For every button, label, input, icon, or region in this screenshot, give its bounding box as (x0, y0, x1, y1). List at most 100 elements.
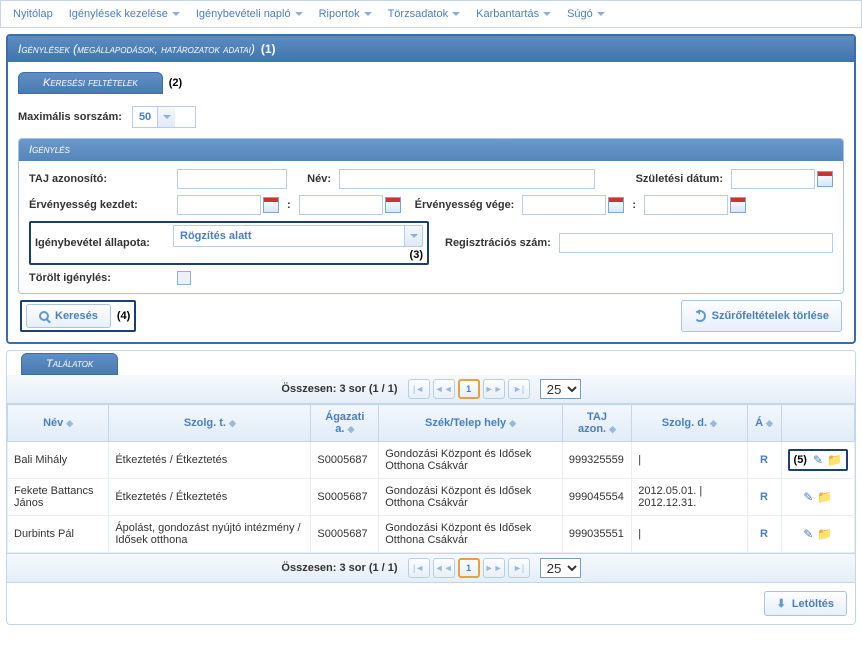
sort-icon: ◆ (710, 418, 717, 428)
pager-page-1[interactable]: 1 (458, 379, 480, 399)
table-row: Bali MihályÉtkeztetés / ÉtkeztetésS00056… (8, 442, 855, 479)
reg-szam-label: Regisztrációs szám: (445, 237, 551, 249)
menu-torzsadatok[interactable]: Törzsadatok (382, 5, 467, 23)
menu-label: Súgó (567, 8, 593, 20)
page-title: Igénylések (megállapodások, határozatok … (18, 42, 255, 56)
tab-talalatok[interactable]: Találatok (21, 353, 118, 375)
erv-kezdet-to-input[interactable] (299, 195, 383, 215)
pager-next[interactable]: ►► (483, 379, 505, 399)
chevron-down-icon[interactable] (157, 107, 175, 127)
col-agazati[interactable]: Ágazati a.◆ (311, 405, 379, 442)
col-taj[interactable]: TAJ azon.◆ (562, 405, 631, 442)
cell-actions: ✎📁 (781, 516, 854, 553)
taj-input[interactable] (177, 169, 287, 189)
annotation-5: (5) (794, 454, 807, 466)
menu-label: Igénylések kezelése (69, 8, 168, 20)
calendar-icon[interactable] (730, 197, 746, 213)
erv-kezdet-from-input[interactable] (177, 195, 261, 215)
calendar-icon[interactable] (817, 171, 833, 187)
col-nev[interactable]: Név◆ (8, 405, 109, 442)
col-szolg-d[interactable]: Szolg. d.◆ (632, 405, 747, 442)
edit-icon[interactable]: ✎ (803, 527, 813, 541)
chevron-down-icon (364, 12, 372, 16)
calendar-icon[interactable] (385, 197, 401, 213)
sort-icon: ◆ (766, 418, 773, 428)
page-size-select[interactable]: 25 (540, 558, 581, 578)
menu-igenylesek-kezelese[interactable]: Igénylések kezelése (63, 5, 186, 23)
cell-nev: Durbints Pál (8, 516, 109, 553)
search-button[interactable]: Keresés (26, 304, 111, 328)
sort-icon: ◆ (347, 424, 354, 434)
table-row: Fekete Battancs JánosÉtkeztetés / Étkezt… (8, 479, 855, 516)
page-size-select[interactable]: 25 (540, 379, 581, 399)
sort-icon: ◆ (229, 418, 236, 428)
cell-szolg-d: | (632, 442, 747, 479)
erv-vege-label: Érvényesség vége: (415, 199, 515, 211)
menu-label: Törzsadatok (388, 8, 449, 20)
col-a[interactable]: Á◆ (747, 405, 781, 442)
menu-igenybeveteli-naplo[interactable]: Igénybevételi napló (190, 5, 309, 23)
main-panel-header: Igénylések (megállapodások, határozatok … (8, 36, 854, 62)
col-hely[interactable]: Szék/Telep hely◆ (379, 405, 563, 442)
folder-icon[interactable]: 📁 (817, 527, 832, 541)
colon: : (287, 199, 291, 211)
pager-prev[interactable]: ◄◄ (433, 558, 455, 578)
col-szolg-t[interactable]: Szolg. t.◆ (109, 405, 311, 442)
chevron-down-icon (295, 12, 303, 16)
pager-summary: Összesen: 3 sor (1 / 1) (281, 562, 397, 574)
pager-next[interactable]: ►► (483, 558, 505, 578)
igenyles-subpanel: Igénylés TAJ azonosító: Név: Születési d… (18, 138, 844, 294)
erv-vege-to-input[interactable] (644, 195, 728, 215)
tab-keresesi-feltetelek[interactable]: Keresési feltételek (18, 72, 163, 94)
menu-label: Igénybevételi napló (196, 8, 291, 20)
allapot-label: Igénybevétel állapota: (35, 237, 167, 249)
cell-taj: 999045554 (562, 479, 631, 516)
taj-label: TAJ azonosító: (29, 173, 169, 185)
allapot-combo[interactable]: Rögzítés alatt (173, 225, 423, 247)
pager-summary: Összesen: 3 sor (1 / 1) (281, 383, 397, 395)
chevron-down-icon[interactable] (404, 226, 422, 246)
calendar-icon[interactable] (263, 197, 279, 213)
cell-actions: ✎📁 (781, 479, 854, 516)
cell-hely: Gondozási Központ és Idősek Otthona Csák… (379, 479, 563, 516)
menu-karbantartas[interactable]: Karbantartás (470, 5, 557, 23)
pager-last[interactable]: ►| (508, 558, 530, 578)
menu-label: Riportok (319, 8, 360, 20)
cell-szolg-t: Étkeztetés / Étkeztetés (109, 442, 311, 479)
sort-icon: ◆ (509, 418, 516, 428)
clear-filters-button[interactable]: Szűrőfeltételek törlése (681, 300, 842, 332)
menu-riportok[interactable]: Riportok (313, 5, 378, 23)
cell-szolg-t: Étkeztetés / Étkeztetés (109, 479, 311, 516)
pager-prev[interactable]: ◄◄ (433, 379, 455, 399)
cell-nev: Bali Mihály (8, 442, 109, 479)
menu-nyitolap[interactable]: Nyitólap (7, 5, 59, 23)
erv-vege-from-input[interactable] (522, 195, 606, 215)
annotation-4: (4) (117, 310, 130, 322)
edit-icon[interactable]: ✎ (803, 490, 813, 504)
results-panel: Találatok Összesen: 3 sor (1 / 1) |◄ ◄◄ … (6, 350, 856, 625)
reg-szam-input[interactable] (559, 233, 833, 253)
folder-icon[interactable]: 📁 (827, 453, 842, 467)
cell-hely: Gondozási Központ és Idősek Otthona Csák… (379, 442, 563, 479)
max-sorszam-value: 50 (133, 111, 157, 123)
cell-szolg-t: Ápolást, gondozást nyújtó intézmény / Id… (109, 516, 311, 553)
download-icon: ⬇ (777, 597, 786, 610)
szul-datum-input[interactable] (731, 169, 815, 189)
pager-page-1[interactable]: 1 (458, 558, 480, 578)
pager-first[interactable]: |◄ (408, 379, 430, 399)
download-button[interactable]: ⬇ Letöltés (764, 591, 847, 616)
chevron-down-icon (452, 12, 460, 16)
cell-agazati: S0005687 (311, 516, 379, 553)
pager-first[interactable]: |◄ (408, 558, 430, 578)
pager-last[interactable]: ►| (508, 379, 530, 399)
torolt-checkbox[interactable] (177, 271, 191, 285)
chevron-down-icon (172, 12, 180, 16)
edit-icon[interactable]: ✎ (813, 453, 823, 467)
nev-input[interactable] (339, 169, 595, 189)
menu-sugo[interactable]: Súgó (561, 5, 611, 23)
folder-icon[interactable]: 📁 (817, 490, 832, 504)
max-sorszam-combo[interactable]: 50 (132, 106, 196, 128)
allapot-value: Rögzítés alatt (174, 230, 404, 242)
calendar-icon[interactable] (608, 197, 624, 213)
search-icon (39, 311, 49, 321)
